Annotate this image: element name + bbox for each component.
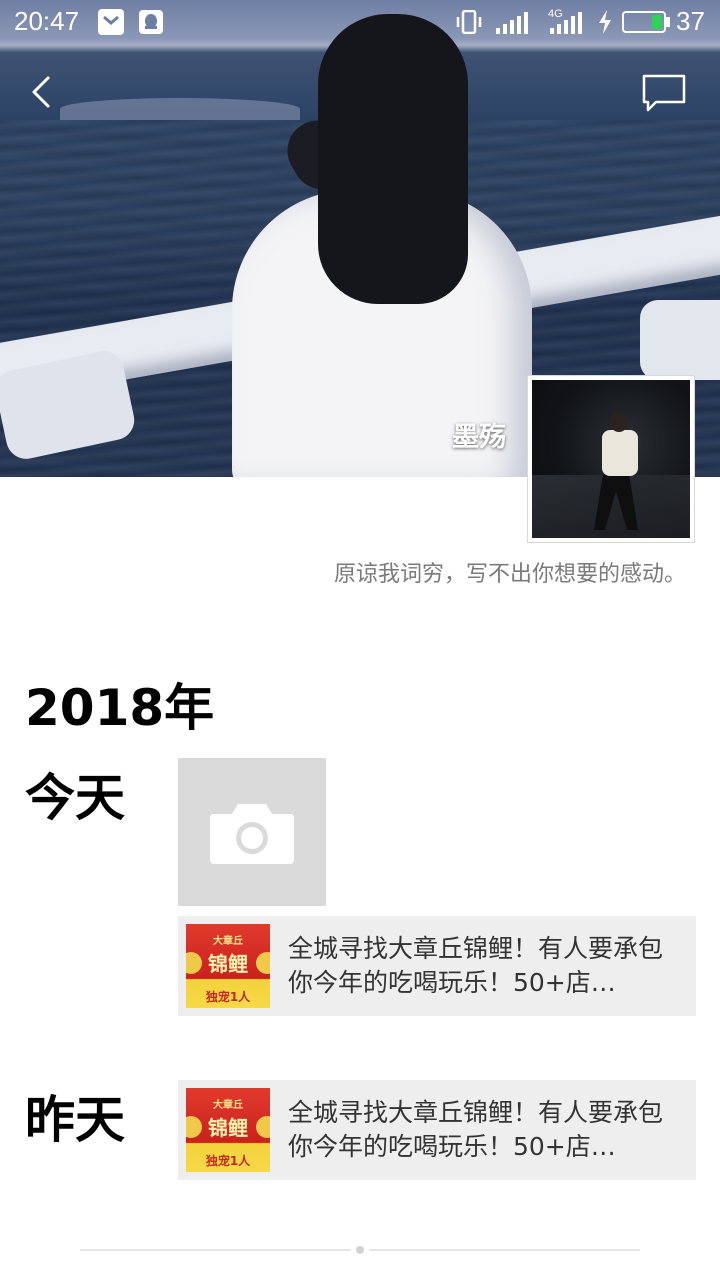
back-button[interactable] [20,70,64,114]
avatar[interactable] [527,375,695,543]
profile-username[interactable]: 墨殇 [380,415,506,454]
thumb-top-text: 大章丘 [213,1100,243,1111]
avatar-person-head [610,412,628,432]
wifi-signal-icon [496,10,528,34]
cover-railing-end [640,300,720,380]
charging-icon [598,10,612,38]
battery-cap [666,17,670,27]
thumb-main-text: 锦鲤 [208,952,248,976]
cover-person-hair [318,14,468,304]
camera-icon [210,804,294,864]
day-label-yesterday: 昨天 [25,1091,125,1149]
profile-signature: 原谅我词穷，写不出你想要的感动。 [333,562,686,587]
shared-link-card[interactable]: 大章丘 锦鲤 独宠1人 全城寻找大章丘锦鲤！有人要承包你今年的吃喝玩乐！50+店… [178,1080,696,1180]
message-bubble-icon [642,74,686,112]
shared-link-card[interactable]: 大章丘 锦鲤 独宠1人 全城寻找大章丘锦鲤！有人要承包你今年的吃喝玩乐！50+店… [178,916,696,1016]
battery-fill [652,15,662,29]
end-divider-right [370,1249,640,1251]
share-thumbnail: 大章丘 锦鲤 独宠1人 [186,924,270,1008]
qq-icon [138,9,164,35]
timeline-year: 2018年 [25,679,215,737]
share-title: 全城寻找大章丘锦鲤！有人要承包你今年的吃喝玩乐！50+店… [288,1098,664,1161]
battery-icon [622,11,666,33]
vibrate-icon [455,9,483,38]
status-bar: 20:47 4G 37 [0,0,720,46]
avatar-image [532,380,690,538]
new-post-button[interactable] [178,758,326,906]
end-divider-left [80,1249,350,1251]
end-divider-dot [356,1246,364,1254]
thumb-main-text: 锦鲤 [208,1116,248,1140]
status-time: 20:47 [14,6,80,36]
battery-percent: 37 [676,6,705,36]
thumb-bottom-text: 独宠1人 [205,1154,251,1168]
thumb-bottom-text: 独宠1人 [205,990,251,1004]
cellular-signal-icon [550,10,582,34]
thumb-top-text: 大章丘 [213,936,243,947]
avatar-person-shirt [602,430,638,476]
share-thumbnail: 大章丘 锦鲤 独宠1人 [186,1088,270,1172]
notification-shield-icon [98,9,124,35]
chevron-left-icon [32,76,50,108]
day-label-today: 今天 [25,769,125,827]
share-title: 全城寻找大章丘锦鲤！有人要承包你今年的吃喝玩乐！50+店… [288,934,664,997]
cover-horizon [60,98,300,120]
messages-button[interactable] [640,72,688,116]
